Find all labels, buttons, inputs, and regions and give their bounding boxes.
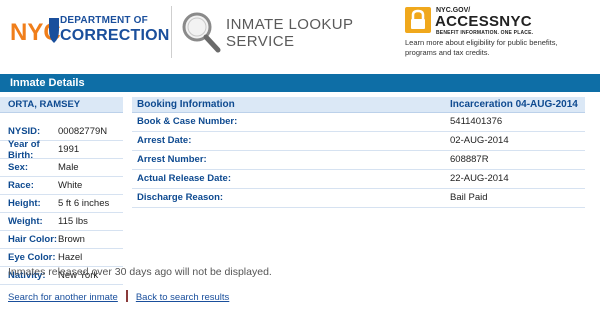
lock-icon [411,9,425,29]
nysid-value: 00082779N [58,126,108,137]
field-row: Sex: Male [0,159,123,177]
field-row: Hair Color: Brown [0,231,123,249]
field-row: Eye Color: Hazel [0,249,123,267]
department-name: DEPARTMENT OF CORRECTION [60,15,170,44]
header-divider [171,6,172,58]
table-row: Actual Release Date: 22-AUG-2014 [132,170,585,189]
table-row: Book & Case Number: 5411401376 [132,113,585,132]
accessnyc-description: Learn more about eligibility for public … [405,38,558,57]
retention-notice: Inmates released over 30 days ago will n… [8,266,272,278]
inmate-info-panel: ORTA, RAMSEY NYSID: 00082779N Year of Bi… [0,97,123,285]
accessnyc-name[interactable]: ACCESSNYC [435,13,532,30]
inmate-name: ORTA, RAMSEY [0,97,123,113]
booking-header: Booking Information Incarceration 04-AUG… [132,97,585,113]
field-row: Race: White [0,177,123,195]
field-row: Height: 5 ft 6 inches [0,195,123,213]
back-to-results-link[interactable]: Back to search results [136,292,229,303]
table-row: Discharge Reason: Bail Paid [132,189,585,208]
page-header: NYC DEPARTMENT OF CORRECTION INMATE LOOK… [0,0,600,66]
search-another-link[interactable]: Search for another inmate [8,292,118,303]
link-separator [125,290,128,302]
incarceration-date: Incarceration 04-AUG-2014 [450,99,578,110]
accessnyc-logo[interactable] [405,7,431,33]
field-row: Weight: 115 lbs [0,213,123,231]
table-row: Arrest Number: 608887R [132,151,585,170]
accessnyc-tagline: BENEFIT INFORMATION. ONE PLACE. [436,30,534,36]
page-title: Inmate Details [0,74,600,92]
service-title: INMATE LOOKUP SERVICE [226,16,354,50]
footer-links: Search for another inmate Back to search … [8,290,229,303]
magnifier-icon [182,12,221,53]
field-row: Year of Birth: 1991 [0,139,123,161]
booking-info-table: Booking Information Incarceration 04-AUG… [132,97,585,208]
table-row: Arrest Date: 02-AUG-2014 [132,132,585,151]
